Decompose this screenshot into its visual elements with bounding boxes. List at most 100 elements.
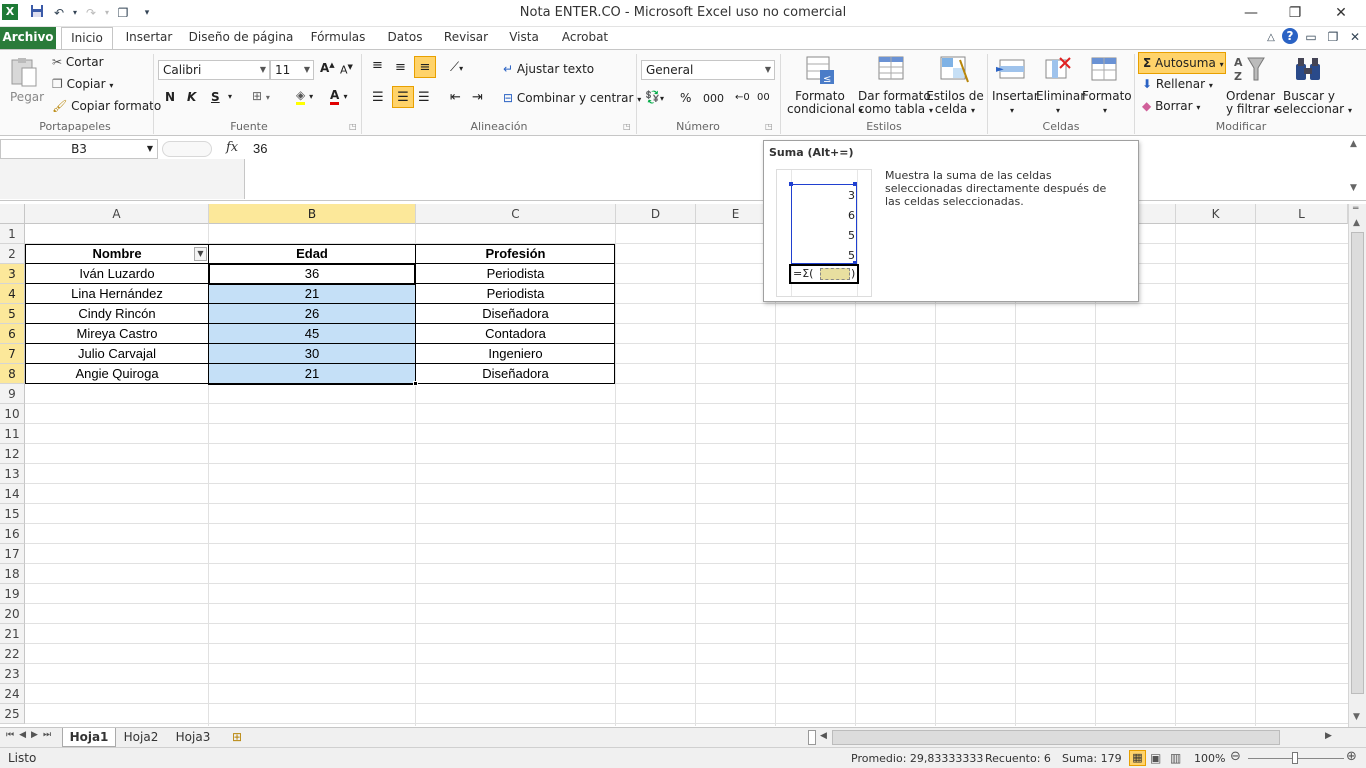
row-header-19[interactable]: 19 <box>0 584 25 604</box>
sort-filter-button[interactable]: Ordenar y filtrar ▾ <box>1226 90 1278 117</box>
tab-vista[interactable]: Vista <box>504 27 544 49</box>
table-header-nombre[interactable]: Nombre <box>25 244 209 264</box>
scroll-down-icon[interactable]: ▼ <box>1353 712 1360 722</box>
zoom-slider-thumb[interactable] <box>1292 752 1298 764</box>
sheet-tab-hoja1[interactable]: Hoja1 <box>62 728 116 747</box>
row-header-17[interactable]: 17 <box>0 544 25 564</box>
find-select-icon[interactable] <box>1292 54 1324 86</box>
restore-button[interactable]: ❐ <box>1280 3 1310 23</box>
paste-icon[interactable] <box>8 56 40 88</box>
cell-styles-button[interactable]: Estilos de celda ▾ <box>926 90 984 117</box>
font-size-combo[interactable]: 11 ▼ <box>270 60 314 80</box>
cell-styles-icon[interactable] <box>938 54 970 86</box>
table-cell-edad[interactable]: 26 <box>209 304 415 324</box>
wrap-text-button[interactable]: ↵ Ajustar texto <box>503 62 594 76</box>
table-cell-nombre[interactable]: Julio Carvajal <box>25 344 209 364</box>
help-icon[interactable]: ? <box>1282 28 1298 44</box>
row-header-4[interactable]: 4 <box>0 284 25 304</box>
minimize-ribbon-icon[interactable]: △ <box>1262 29 1280 47</box>
vertical-scrollbar[interactable]: ═ ▲ ▼ <box>1348 204 1366 727</box>
table-cell-edad[interactable]: 36 <box>209 264 415 284</box>
increase-decimal-icon[interactable]: ←0 <box>735 92 750 103</box>
borders-icon[interactable]: ⊞ ▾ <box>252 89 270 103</box>
row-header-9[interactable]: 9 <box>0 384 25 404</box>
row-header-18[interactable]: 18 <box>0 564 25 584</box>
horizontal-scroll-thumb[interactable] <box>832 730 1280 745</box>
table-cell-edad[interactable]: 21 <box>209 284 415 304</box>
orientation-icon[interactable]: ⟋▾ <box>450 60 463 75</box>
column-header-d[interactable]: D <box>616 204 696 224</box>
grow-font-icon[interactable]: A▲ <box>320 61 335 75</box>
formula-input[interactable]: 36 <box>253 141 267 156</box>
close-button[interactable]: ✕ <box>1326 3 1356 23</box>
table-cell-profesion[interactable]: Periodista <box>416 284 615 304</box>
vertical-scroll-thumb[interactable] <box>1351 232 1364 694</box>
formula-bar-up-icon[interactable]: ▲ <box>1350 139 1357 149</box>
align-middle-icon[interactable]: ≡ <box>395 60 406 75</box>
row-header-12[interactable]: 12 <box>0 444 25 464</box>
copy-button[interactable]: ❐ Copiar ▾ <box>52 77 113 91</box>
align-center-icon[interactable]: ☰ <box>392 86 414 108</box>
insert-sheet-icon[interactable]: ⊞ <box>224 728 250 747</box>
table-cell-nombre[interactable]: Cindy Rincón <box>25 304 209 324</box>
clear-button[interactable]: ◆ Borrar ▾ <box>1142 99 1200 113</box>
table-cell-profesion[interactable]: Diseñadora <box>416 364 615 384</box>
fill-color-icon[interactable]: ◈ ▾ <box>296 88 313 105</box>
tab-revisar[interactable]: Revisar <box>440 27 492 49</box>
tab-split-handle[interactable] <box>808 730 816 745</box>
row-header-16[interactable]: 16 <box>0 524 25 544</box>
insert-function-icon[interactable]: fx <box>226 140 238 155</box>
row-header-1[interactable]: 1 <box>0 224 25 244</box>
column-header-b[interactable]: B <box>209 204 416 224</box>
column-header-a[interactable]: A <box>25 204 209 224</box>
shrink-font-icon[interactable]: A▼ <box>340 63 353 77</box>
align-top-icon[interactable]: ≡ <box>372 58 383 73</box>
cut-button[interactable]: ✂ Cortar <box>52 55 104 69</box>
zoom-out-icon[interactable]: ⊖ <box>1230 749 1241 764</box>
column-header-l[interactable]: L <box>1256 204 1348 224</box>
row-header-5[interactable]: 5 <box>0 304 25 324</box>
font-dialog-launcher-icon[interactable]: ◳ <box>349 122 357 131</box>
sheet-tab-hoja3[interactable]: Hoja3 <box>170 728 216 747</box>
sort-filter-icon[interactable]: AZ <box>1234 54 1266 86</box>
normal-view-icon[interactable]: ▦ <box>1129 750 1146 766</box>
format-painter-button[interactable]: 🖌 Copiar formato <box>52 99 161 113</box>
scroll-left-icon[interactable]: ◀ <box>820 731 827 741</box>
table-header-edad[interactable]: Edad <box>209 244 415 264</box>
row-header-22[interactable]: 22 <box>0 644 25 664</box>
tab-inicio[interactable]: Inicio <box>61 27 113 49</box>
percent-button[interactable]: % <box>680 91 691 105</box>
table-cell-profesion[interactable]: Periodista <box>416 264 615 284</box>
table-cell-nombre[interactable]: Angie Quiroga <box>25 364 209 384</box>
table-cell-nombre[interactable]: Mireya Castro <box>25 324 209 344</box>
format-as-table-icon[interactable] <box>876 54 908 86</box>
tab-diseno-pagina[interactable]: Diseño de página <box>188 27 294 49</box>
row-header-23[interactable]: 23 <box>0 664 25 684</box>
row-header-25[interactable]: 25 <box>0 704 25 724</box>
number-format-combo[interactable]: General ▼ <box>641 60 775 80</box>
row-header-3[interactable]: 3 <box>0 264 25 284</box>
conditional-format-button[interactable]: Formato condicional ▾ <box>787 90 863 117</box>
tab-insertar[interactable]: Insertar <box>120 27 178 49</box>
page-layout-view-icon[interactable]: ▣ <box>1150 751 1161 765</box>
workbook-restore-icon[interactable]: ❐ <box>1324 28 1342 46</box>
zoom-in-icon[interactable]: ⊕ <box>1346 749 1357 764</box>
align-right-icon[interactable]: ☰ <box>418 90 430 105</box>
row-header-7[interactable]: 7 <box>0 344 25 364</box>
tab-acrobat[interactable]: Acrobat <box>558 27 612 49</box>
table-cell-profesion[interactable]: Ingeniero <box>416 344 615 364</box>
format-as-table-button[interactable]: Dar formato como tabla ▾ <box>858 90 933 117</box>
split-box-icon[interactable]: ═ <box>1353 204 1358 214</box>
row-header-20[interactable]: 20 <box>0 604 25 624</box>
table-cell-profesion[interactable]: Diseñadora <box>416 304 615 324</box>
conditional-format-icon[interactable]: ≤ <box>804 54 836 86</box>
bold-button[interactable]: N <box>165 90 175 104</box>
insert-cells-button[interactable]: Insertar ▾ <box>992 90 1039 117</box>
minimize-button[interactable]: — <box>1236 3 1266 23</box>
tab-formulas[interactable]: Fórmulas <box>306 27 370 49</box>
thousands-button[interactable]: 000 <box>703 92 724 105</box>
align-left-icon[interactable]: ☰ <box>372 90 384 105</box>
delete-cells-button[interactable]: Eliminar ▾ <box>1036 90 1085 117</box>
select-all-corner[interactable] <box>0 204 25 224</box>
page-break-view-icon[interactable]: ▥ <box>1170 751 1181 765</box>
